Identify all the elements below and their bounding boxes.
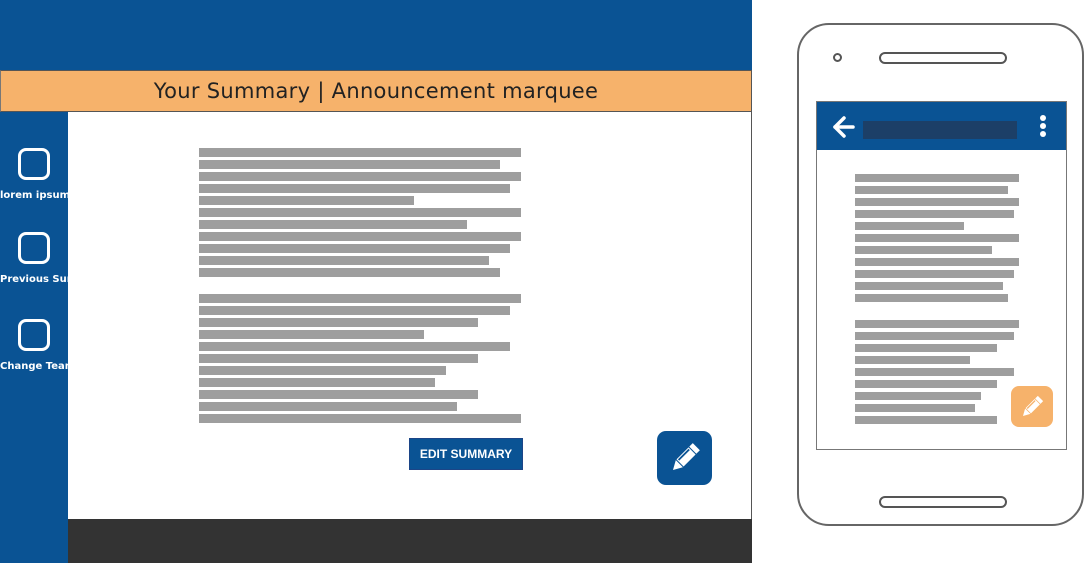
sidebar-item-lorem-ipsum[interactable]: lorem ipsum (0, 148, 68, 201)
text-line-placeholder (199, 172, 521, 181)
speaker-grille (879, 52, 1007, 64)
square-icon (18, 319, 50, 351)
summary-paragraph-placeholder (199, 148, 521, 280)
text-line-placeholder (199, 208, 521, 217)
edit-fab-button[interactable] (657, 431, 712, 485)
announcement-marquee: Your Summary | Announcement marquee (0, 70, 752, 112)
arrow-left-icon[interactable] (833, 116, 855, 142)
edit-fab-button[interactable] (1011, 386, 1053, 427)
text-line-placeholder (855, 332, 1014, 340)
text-line-placeholder (855, 174, 1019, 182)
text-line-placeholder (855, 210, 1014, 218)
text-line-placeholder (855, 234, 1019, 242)
text-line-placeholder (199, 306, 510, 315)
text-line-placeholder (199, 196, 414, 205)
camera-icon (833, 53, 842, 62)
sidebar-item-previous-summary[interactable]: Previous Summary (0, 232, 68, 285)
edit-summary-button[interactable]: EDIT SUMMARY (409, 438, 523, 470)
sidebar: lorem ipsum Previous Summary Change Team (0, 112, 68, 563)
text-line-placeholder (855, 356, 970, 364)
kebab-menu-icon[interactable] (1039, 115, 1047, 139)
summary-paragraph-placeholder (855, 174, 1019, 306)
text-line-placeholder (199, 390, 478, 399)
pencil-icon (672, 443, 700, 471)
text-line-placeholder (855, 344, 997, 352)
text-line-placeholder (855, 282, 1003, 290)
text-line-placeholder (199, 244, 510, 253)
text-line-placeholder (855, 258, 1019, 266)
sidebar-item-label: lorem ipsum (0, 190, 68, 201)
sidebar-item-label: Change Team (0, 361, 68, 372)
summary-paragraph-placeholder (855, 320, 1019, 428)
sidebar-item-change-team[interactable]: Change Team (0, 319, 68, 372)
header-bar (0, 0, 752, 70)
desktop-mockup: Your Summary | Announcement marquee lore… (0, 0, 752, 563)
text-line-placeholder (199, 318, 478, 327)
summary-paragraph-placeholder (199, 294, 521, 426)
text-line-placeholder (199, 402, 457, 411)
text-line-placeholder (199, 220, 467, 229)
text-line-placeholder (199, 414, 521, 423)
text-line-placeholder (855, 270, 1014, 278)
square-icon (18, 232, 50, 264)
app-bar (817, 102, 1066, 150)
text-line-placeholder (199, 268, 500, 277)
text-line-placeholder (199, 256, 489, 265)
footer-bar (68, 519, 752, 563)
sidebar-item-label: Previous Summary (0, 274, 68, 285)
text-line-placeholder (855, 294, 1008, 302)
text-line-placeholder (199, 148, 521, 157)
phone-screen (816, 101, 1067, 450)
text-line-placeholder (855, 404, 975, 412)
text-line-placeholder (855, 246, 992, 254)
text-line-placeholder (199, 294, 521, 303)
text-line-placeholder (199, 354, 478, 363)
text-line-placeholder (855, 198, 1019, 206)
text-line-placeholder (855, 186, 1008, 194)
text-line-placeholder (199, 366, 446, 375)
text-line-placeholder (855, 222, 964, 230)
text-line-placeholder (855, 368, 1014, 376)
pencil-icon (1022, 395, 1044, 416)
text-line-placeholder (199, 184, 510, 193)
text-line-placeholder (855, 320, 1019, 328)
text-line-placeholder (855, 392, 981, 400)
app-title-placeholder (863, 121, 1017, 139)
home-button[interactable] (879, 496, 1007, 508)
marquee-text: Your Summary | Announcement marquee (153, 79, 599, 103)
text-line-placeholder (199, 232, 521, 241)
square-icon (18, 148, 50, 180)
text-line-placeholder (199, 160, 500, 169)
text-line-placeholder (199, 378, 435, 387)
text-line-placeholder (855, 380, 997, 388)
text-line-placeholder (199, 330, 424, 339)
phone-mockup (797, 23, 1084, 526)
text-line-placeholder (855, 416, 997, 424)
text-line-placeholder (199, 342, 510, 351)
